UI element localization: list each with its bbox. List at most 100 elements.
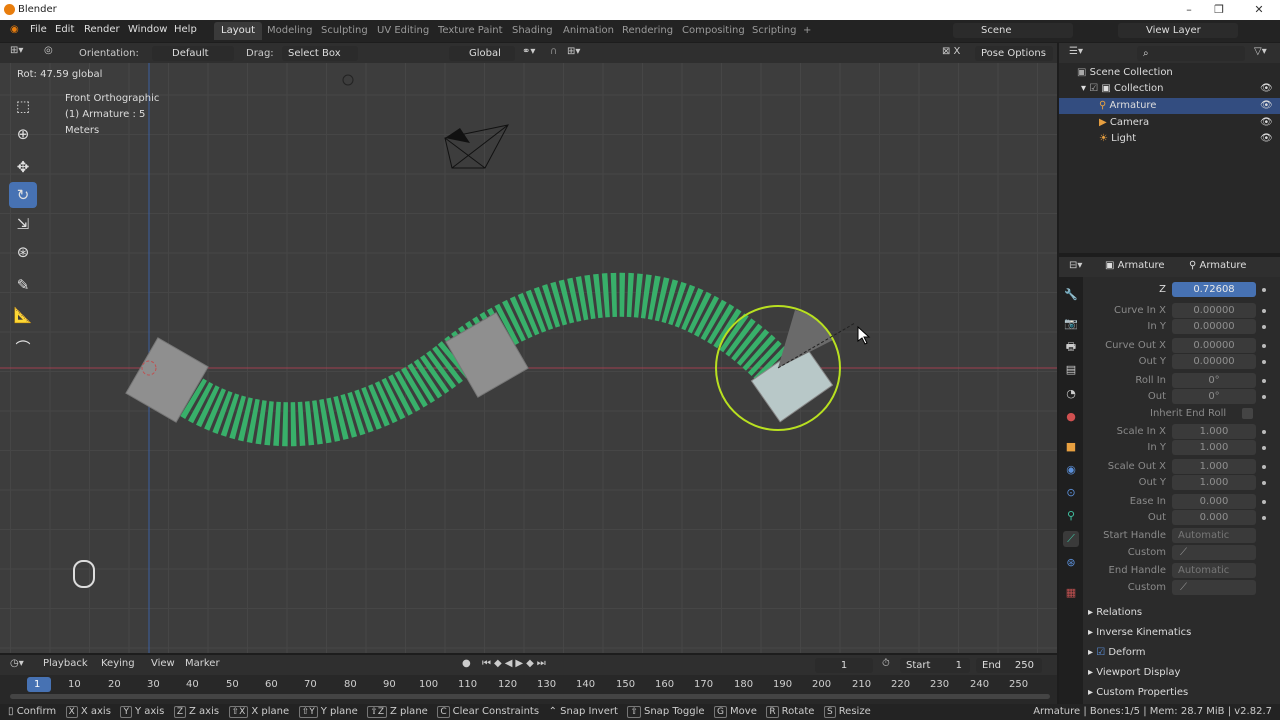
scene-selector[interactable]: Scene: [953, 23, 1073, 38]
scale-tool-icon[interactable]: ⇲: [9, 211, 37, 237]
deform-checkbox[interactable]: ☑: [1096, 647, 1105, 658]
tab-modeling[interactable]: Modeling: [260, 22, 320, 40]
panel-viewport-display[interactable]: ▸ Viewport Display: [1088, 664, 1268, 682]
outliner-item-light[interactable]: ☀ Light 👁: [1059, 131, 1280, 147]
roll-out-field[interactable]: 0°: [1172, 389, 1256, 404]
keyframe-dot[interactable]: [1262, 465, 1266, 469]
outliner-editor-icon[interactable]: ☰▾: [1069, 46, 1083, 57]
cursor-tool-icon[interactable]: ⊕: [9, 121, 37, 147]
minimize-icon[interactable]: –: [1181, 2, 1197, 18]
start-custom-bone-field[interactable]: ⟋: [1172, 545, 1256, 560]
playback-controls-icon[interactable]: ⏮◆◀▶◆⏭: [482, 658, 549, 669]
move-tool-icon[interactable]: ✥: [9, 154, 37, 180]
snap-icon[interactable]: ∩: [550, 46, 557, 57]
properties-editor-icon[interactable]: ⊟▾: [1069, 260, 1082, 271]
drag-dropdown[interactable]: Select Box: [282, 46, 358, 61]
menu-help[interactable]: Help: [174, 24, 197, 35]
start-frame-field[interactable]: Start 1: [900, 658, 970, 673]
record-icon[interactable]: ●: [462, 658, 471, 669]
annotate-tool-icon[interactable]: ✎: [9, 272, 37, 298]
tab-texture-paint[interactable]: Texture Paint: [431, 22, 510, 40]
context-armature-data[interactable]: ⚲ Armature: [1189, 260, 1246, 271]
end-frame-field[interactable]: End 250: [976, 658, 1042, 673]
filter-icon[interactable]: ▽▾: [1254, 46, 1267, 57]
mode-icon[interactable]: ◎: [44, 45, 53, 56]
outliner-item-armature[interactable]: ⚲ Armature 👁: [1059, 98, 1280, 114]
roll-in-field[interactable]: 0°: [1172, 373, 1256, 388]
keyframe-dot[interactable]: [1262, 481, 1266, 485]
outliner-collection[interactable]: ▾ ☑ ▣ Collection 👁: [1059, 81, 1280, 97]
tab-uv-editing[interactable]: UV Editing: [370, 22, 436, 40]
z-field[interactable]: 0.72608: [1172, 282, 1256, 297]
visibility-icon[interactable]: 👁: [1260, 81, 1273, 97]
blender-menu-icon[interactable]: ◉: [10, 24, 19, 35]
editor-type-icon[interactable]: ⊞▾: [10, 45, 23, 56]
tab-compositing[interactable]: Compositing: [675, 22, 752, 40]
menu-window[interactable]: Window: [128, 24, 167, 35]
transform-orientation-dropdown[interactable]: Global: [449, 46, 515, 61]
snap-target-icon[interactable]: ⊞▾: [567, 46, 580, 57]
inherit-end-roll-checkbox[interactable]: [1242, 408, 1253, 419]
scale-out-x-field[interactable]: 1.000: [1172, 459, 1256, 474]
panel-custom-properties[interactable]: ▸ Custom Properties: [1088, 684, 1268, 702]
timeline-scrollbar[interactable]: [10, 694, 1050, 699]
keyframe-dot[interactable]: [1262, 288, 1266, 292]
end-custom-bone-field[interactable]: ⟋: [1172, 580, 1256, 595]
timeline-menu-view[interactable]: View: [151, 658, 175, 669]
panel-deform[interactable]: ▸ ☑ Deform: [1088, 644, 1268, 662]
tab-rendering[interactable]: Rendering: [615, 22, 680, 40]
curve-in-y-field[interactable]: 0.00000: [1172, 319, 1256, 334]
tab-animation[interactable]: Animation: [556, 22, 621, 40]
select-box-tool-icon[interactable]: ⬚: [9, 93, 37, 119]
add-workspace-icon[interactable]: +: [796, 22, 818, 40]
rotate-tool-icon[interactable]: ↻: [9, 182, 37, 208]
view-layer-selector[interactable]: View Layer: [1118, 23, 1238, 38]
scale-in-x-field[interactable]: 1.000: [1172, 424, 1256, 439]
timeline-menu-keying[interactable]: Keying: [101, 658, 135, 669]
preview-range-icon[interactable]: ⏱: [882, 658, 890, 669]
3d-viewport[interactable]: Rot: 47.59 global Front Orthographic (1)…: [0, 43, 1057, 653]
keyframe-dot[interactable]: [1262, 325, 1266, 329]
panel-inverse-kinematics[interactable]: ▸ Inverse Kinematics: [1088, 624, 1268, 642]
visibility-icon[interactable]: 👁: [1260, 131, 1273, 147]
tab-layout[interactable]: Layout: [214, 22, 262, 40]
menu-file[interactable]: File: [30, 24, 47, 35]
keyframe-dot[interactable]: [1262, 360, 1266, 364]
keyframe-dot[interactable]: [1262, 446, 1266, 450]
keyframe-dot[interactable]: [1262, 395, 1266, 399]
tab-scripting[interactable]: Scripting: [745, 22, 803, 40]
outliner-item-camera[interactable]: ▶ Camera 👁: [1059, 115, 1280, 131]
timeline-menu-marker[interactable]: Marker: [185, 658, 220, 669]
visibility-icon[interactable]: 👁: [1260, 115, 1273, 131]
current-frame-field[interactable]: 1: [815, 658, 873, 673]
keyframe-dot[interactable]: [1262, 500, 1266, 504]
curve-in-x-field[interactable]: 0.00000: [1172, 303, 1256, 318]
scale-out-y-field[interactable]: 1.000: [1172, 475, 1256, 490]
transform-tool-icon[interactable]: ⊛: [9, 239, 37, 265]
tab-shading[interactable]: Shading: [505, 22, 560, 40]
close-icon[interactable]: ✕: [1251, 2, 1267, 18]
keyframe-dot[interactable]: [1262, 344, 1266, 348]
outliner-search-input[interactable]: ⌕: [1137, 46, 1245, 61]
pose-options-dropdown[interactable]: Pose Options: [975, 46, 1053, 61]
menu-edit[interactable]: Edit: [55, 24, 74, 35]
orientation-dropdown[interactable]: Default: [152, 46, 234, 61]
visibility-icon[interactable]: 👁: [1260, 98, 1273, 114]
timeline-editor-icon[interactable]: ◷▾: [10, 658, 24, 669]
tab-sculpting[interactable]: Sculpting: [314, 22, 375, 40]
world-tab-icon[interactable]: ●: [1063, 409, 1079, 425]
scale-in-y-field[interactable]: 1.000: [1172, 440, 1256, 455]
xray-icon[interactable]: ⊠ X: [942, 46, 960, 57]
start-handle-dropdown[interactable]: Automatic: [1172, 528, 1256, 543]
pivot-icon[interactable]: ⚭▾: [522, 46, 535, 57]
ease-in-field[interactable]: 0.000: [1172, 494, 1256, 509]
keyframe-dot[interactable]: [1262, 516, 1266, 520]
end-handle-dropdown[interactable]: Automatic: [1172, 563, 1256, 578]
context-armature-object[interactable]: ▣ Armature: [1105, 260, 1165, 271]
maximize-icon[interactable]: ❐: [1211, 2, 1227, 18]
timeline-menu-playback[interactable]: Playback: [43, 658, 88, 669]
curve-out-x-field[interactable]: 0.00000: [1172, 338, 1256, 353]
checkbox-icon[interactable]: ☑: [1089, 83, 1098, 94]
outliner-scene-collection[interactable]: ▣ Scene Collection: [1059, 65, 1280, 81]
expand-icon[interactable]: ▾: [1081, 83, 1086, 94]
